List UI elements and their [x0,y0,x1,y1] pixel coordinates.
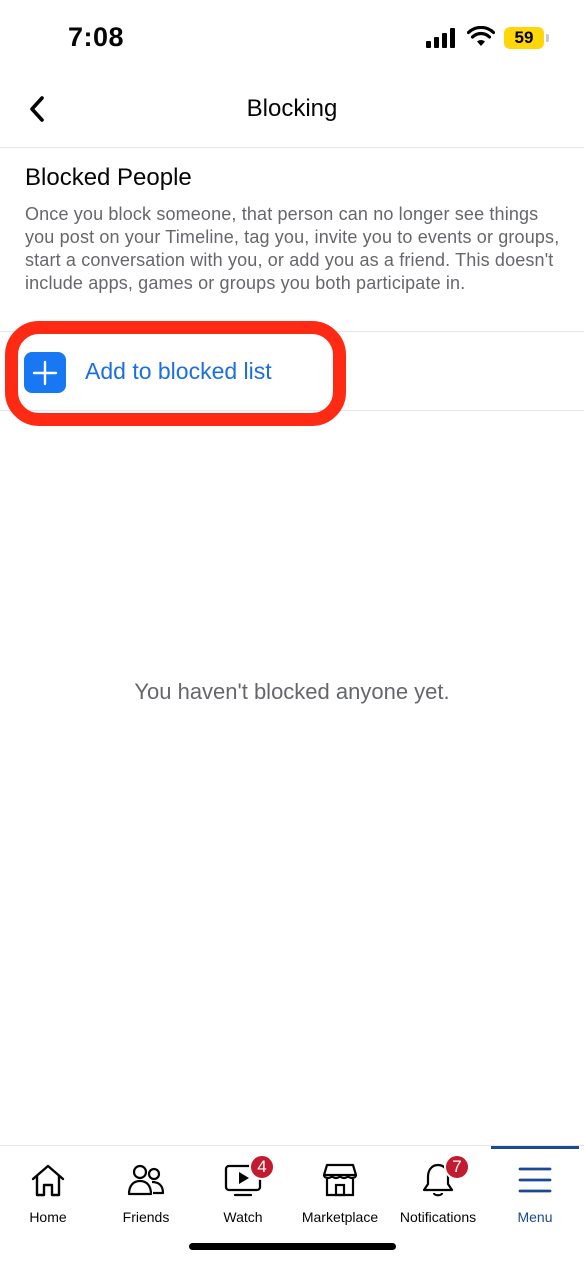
status-bar: 7:08 59 [0,0,584,78]
tab-watch[interactable]: 4 Watch [203,1146,283,1236]
tab-notifications[interactable]: 7 Notifications [392,1146,484,1236]
tab-label: Friends [122,1209,170,1225]
tab-label: Menu [517,1209,553,1225]
tab-label: Watch [223,1209,263,1225]
tab-label: Notifications [399,1209,477,1225]
marketplace-icon [322,1163,358,1197]
tab-label: Home [29,1209,67,1225]
home-icon [31,1164,65,1197]
tab-label: Marketplace [301,1209,379,1225]
add-to-blocked-list-button[interactable]: Add to blocked list [0,332,584,410]
watch-badge: 4 [249,1154,275,1180]
home-indicator [189,1243,396,1250]
signal-icon [426,28,455,48]
tab-friends[interactable]: Friends [106,1146,186,1236]
tab-menu[interactable]: Menu [495,1146,575,1236]
tab-home[interactable]: Home [8,1146,88,1236]
battery-icon: 59 [504,27,544,49]
section-title: Blocked People [25,164,192,191]
divider [0,410,584,411]
wifi-icon [467,26,495,46]
battery-cap [546,34,549,42]
tab-marketplace[interactable]: Marketplace [296,1146,384,1236]
status-time: 7:08 [68,22,125,52]
friends-icon [127,1164,165,1196]
menu-icon [518,1167,552,1193]
plus-icon [24,352,66,393]
page-title: Blocking [246,95,338,122]
section-description: Once you block someone, that person can … [25,204,560,293]
header: Blocking [0,78,584,148]
notifications-badge: 7 [444,1154,470,1180]
add-to-blocked-list-label: Add to blocked list [85,358,272,384]
empty-state-message: You haven't blocked anyone yet. [134,679,450,704]
